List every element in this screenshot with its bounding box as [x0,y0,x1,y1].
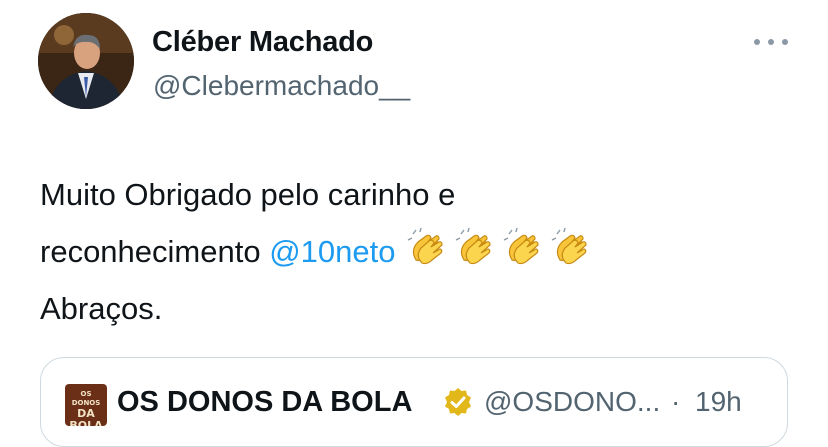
quoted-avatar-logo-top: OS DONOS [71,390,101,407]
tweet[interactable]: Cléber Machado @Clebermachado__ Muito Ob… [0,0,828,447]
tweet-text: Muito Obrigado pelo carinho e reconhecim… [40,166,780,337]
quoted-timestamp[interactable]: 19h [695,386,742,418]
author-avatar[interactable] [38,13,134,109]
avatar-photo [38,13,134,109]
quoted-avatar-logo-bottom: DA BOLA [69,407,103,427]
verified-badge-icon [445,388,471,416]
clapping-hands-icon [551,228,587,265]
clapping-hands-icon [503,228,539,265]
more-dot [768,39,774,45]
tweet-line-1: Muito Obrigado pelo carinho e [40,177,456,212]
clapping-hands-icon [455,228,491,265]
more-options-icon[interactable] [754,26,788,58]
mention-link[interactable]: @10neto [269,234,395,269]
quoted-separator: · [671,386,681,417]
more-dot [754,39,760,45]
clapping-hands-icon [407,228,443,265]
quoted-author-handle[interactable]: @OSDONO... [484,386,660,418]
author-name[interactable]: Cléber Machado [152,26,373,59]
quoted-avatar[interactable]: OS DONOS DA BOLA [65,384,107,426]
tweet-line-3: Abraços. [40,291,163,326]
quoted-author-name[interactable]: OS DONOS DA BOLA [117,386,412,419]
tweet-line-2-text: reconhecimento [40,234,261,269]
more-dot [782,39,788,45]
clapping-emojis [406,228,592,268]
author-handle[interactable]: @Clebermachado__ [153,70,410,102]
quoted-tweet[interactable]: OS DONOS DA BOLA OS DONOS DA BOLA @OSDON… [40,357,788,447]
tweet-line-2: reconhecimento @10neto [40,223,780,280]
